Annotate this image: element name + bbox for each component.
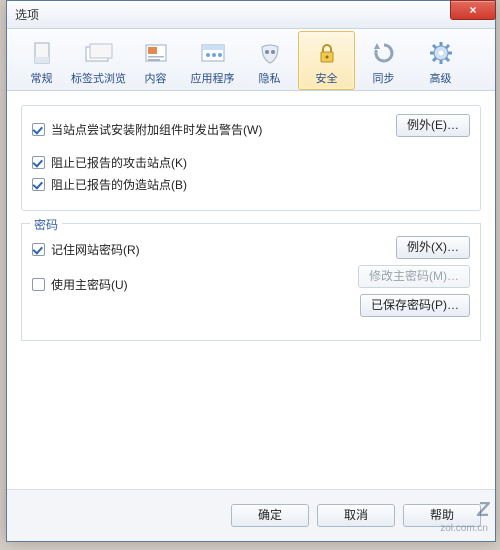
tab-security[interactable]: 安全 xyxy=(298,31,355,90)
sync-icon xyxy=(368,37,400,69)
content-icon xyxy=(140,37,172,69)
category-toolbar: 常规 标签式浏览 内容 应用程序 隐私 xyxy=(7,29,495,91)
tab-label: 同步 xyxy=(373,70,395,86)
saved-passwords-button[interactable]: 已保存密码(P)… xyxy=(360,294,470,317)
security-panel: 例外(E)… 当站点尝试安装附加组件时发出警告(W) 阻止已报告的攻击站点(K)… xyxy=(7,91,495,489)
help-button[interactable]: 帮助 xyxy=(403,504,481,527)
remember-passwords-label: 记住网站密码(R) xyxy=(51,241,140,258)
change-master-password-button[interactable]: 修改主密码(M)… xyxy=(358,265,470,288)
block-forged-sites-row: 阻止已报告的伪造站点(B) xyxy=(32,176,470,193)
tab-label: 标签式浏览 xyxy=(71,70,126,86)
use-master-password-label: 使用主密码(U) xyxy=(51,276,128,293)
block-attack-sites-checkbox[interactable] xyxy=(32,156,45,169)
dialog-footer: 确定 取消 帮助 xyxy=(7,489,495,541)
cancel-button[interactable]: 取消 xyxy=(317,504,395,527)
titlebar: 选项 × xyxy=(7,1,495,29)
tab-privacy[interactable]: 隐私 xyxy=(241,31,298,90)
tab-sync[interactable]: 同步 xyxy=(355,31,412,90)
tab-label: 高级 xyxy=(430,70,452,86)
gear-icon xyxy=(425,37,457,69)
window-title: 选项 xyxy=(15,6,39,23)
close-button[interactable]: × xyxy=(450,0,496,20)
tab-tabbed-browsing[interactable]: 标签式浏览 xyxy=(70,31,127,90)
tab-content[interactable]: 内容 xyxy=(127,31,184,90)
block-forged-sites-label: 阻止已报告的伪造站点(B) xyxy=(51,176,187,193)
lock-icon xyxy=(311,37,343,69)
general-icon xyxy=(26,37,58,69)
warn-addon-install-checkbox[interactable] xyxy=(32,123,45,136)
tab-general[interactable]: 常规 xyxy=(13,31,70,90)
warn-addon-install-label: 当站点尝试安装附加组件时发出警告(W) xyxy=(51,121,262,138)
passwords-legend: 密码 xyxy=(30,216,62,233)
tab-label: 安全 xyxy=(316,70,338,86)
tabs-icon xyxy=(83,37,115,69)
block-attack-sites-row: 阻止已报告的攻击站点(K) xyxy=(32,154,470,171)
general-security-group: 例外(E)… 当站点尝试安装附加组件时发出警告(W) 阻止已报告的攻击站点(K)… xyxy=(21,105,481,211)
tab-label: 应用程序 xyxy=(191,70,235,86)
ok-button[interactable]: 确定 xyxy=(231,504,309,527)
privacy-mask-icon xyxy=(254,37,286,69)
remember-passwords-checkbox[interactable] xyxy=(32,243,45,256)
tab-label: 隐私 xyxy=(259,70,281,86)
password-exceptions-button[interactable]: 例外(X)… xyxy=(396,236,470,259)
tab-applications[interactable]: 应用程序 xyxy=(184,31,241,90)
block-forged-sites-checkbox[interactable] xyxy=(32,178,45,191)
use-master-password-checkbox[interactable] xyxy=(32,278,45,291)
addon-exceptions-button[interactable]: 例外(E)… xyxy=(396,114,470,137)
tab-advanced[interactable]: 高级 xyxy=(412,31,469,90)
passwords-group: 密码 例外(X)… 修改主密码(M)… 已保存密码(P)… 记住网站密码(R) … xyxy=(21,223,481,341)
tab-label: 内容 xyxy=(145,70,167,86)
options-window: 选项 × 常规 标签式浏览 内容 应用程序 xyxy=(6,0,496,542)
applications-icon xyxy=(197,37,229,69)
tab-label: 常规 xyxy=(31,70,53,86)
block-attack-sites-label: 阻止已报告的攻击站点(K) xyxy=(51,154,187,171)
